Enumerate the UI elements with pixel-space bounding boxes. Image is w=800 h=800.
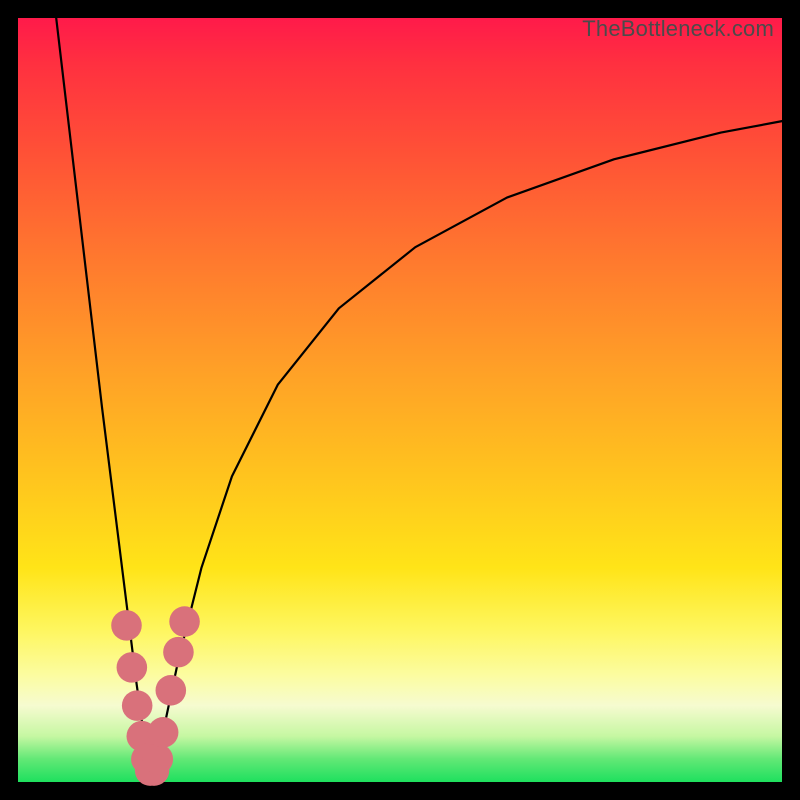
highlight-dot <box>143 744 174 775</box>
highlight-dot <box>169 606 200 637</box>
chart-frame: TheBottleneck.com <box>0 0 800 800</box>
plot-area: TheBottleneck.com <box>18 18 782 782</box>
highlight-dot <box>117 652 148 683</box>
highlight-dot <box>122 690 153 721</box>
highlight-dot <box>156 675 187 706</box>
series-right-branch <box>152 121 782 782</box>
highlight-dot <box>163 637 194 668</box>
curve-layer <box>18 18 782 782</box>
highlight-dot <box>148 717 179 748</box>
highlight-dot <box>111 610 142 641</box>
